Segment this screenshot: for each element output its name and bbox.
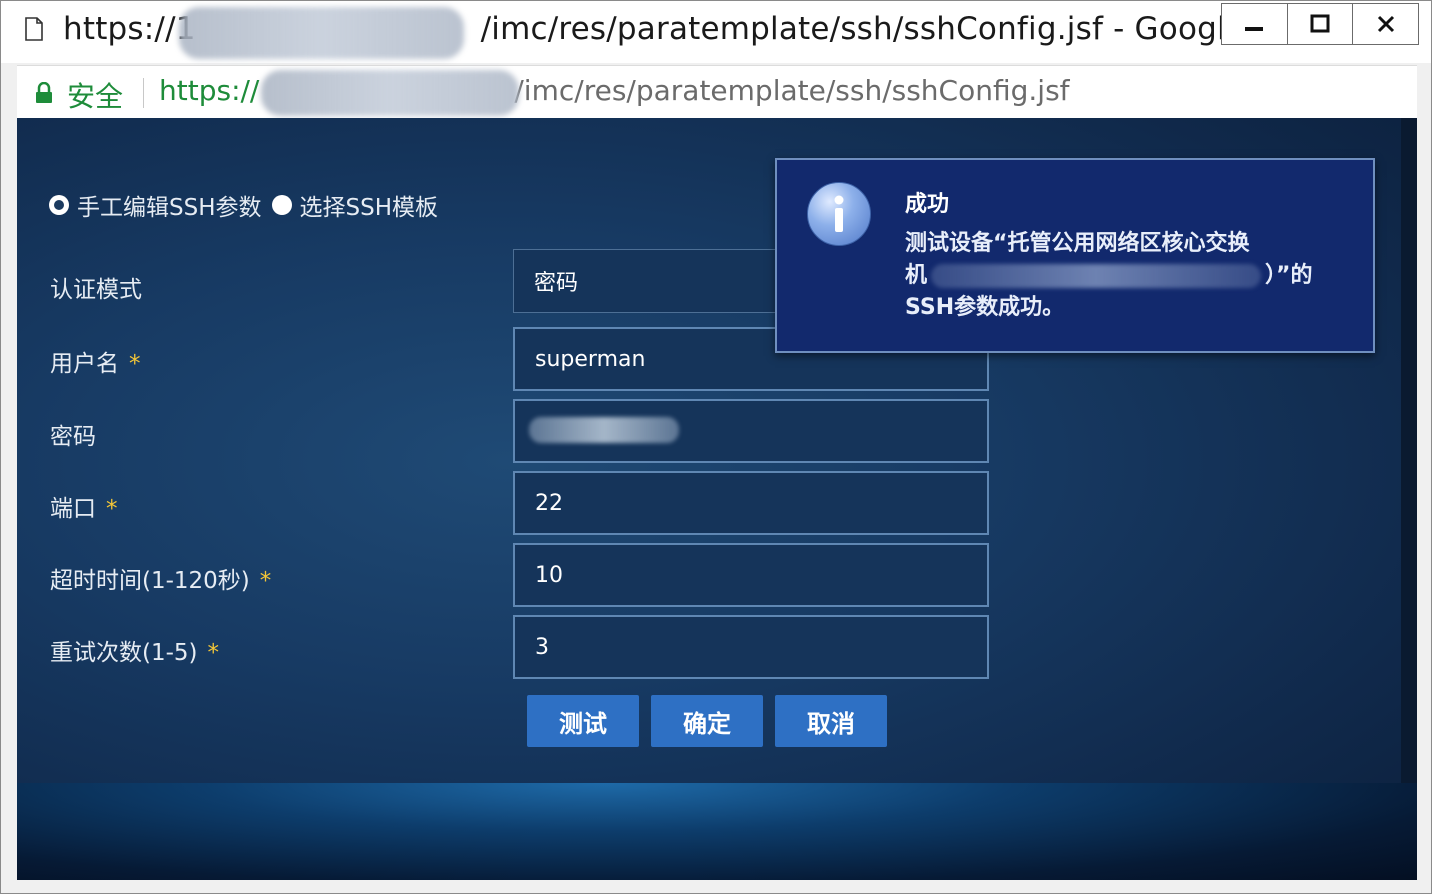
- close-icon: [1377, 15, 1394, 33]
- radio-manual-edit[interactable]: [49, 195, 69, 215]
- auth-mode-label: 认证模式: [50, 270, 142, 304]
- required-marker: *: [207, 640, 220, 666]
- minimize-icon: [1245, 27, 1264, 31]
- window-title-prefix: https://1: [63, 11, 196, 47]
- timeout-label-text: 超时时间(1-120秒): [50, 568, 250, 594]
- maximize-icon: [1310, 14, 1330, 33]
- success-notification: 成功 测试设备“托管公用网络区核心交换 机 ）”的 SSH参数成功。: [775, 158, 1375, 353]
- ssh-config-panel: 手工编辑SSH参数 选择SSH模板 认证模式 密码 用户名 * superman …: [17, 118, 1417, 880]
- retries-label-text: 重试次数(1-5): [50, 640, 198, 666]
- notification-message-line3: SSH参数成功。: [905, 295, 1065, 320]
- auth-mode-value: 密码: [534, 271, 579, 296]
- notification-message-line2: 机 ）”的: [905, 260, 1345, 292]
- retries-value: 3: [535, 634, 549, 660]
- port-value: 22: [535, 490, 563, 516]
- notification-message: 测试设备“托管公用网络区核心交换 机 ）”的 SSH参数成功。: [905, 228, 1345, 324]
- window-title-suffix: /imc/res/paratemplate/ssh/sshConfig.jsf …: [480, 11, 1286, 47]
- password-redaction: [529, 417, 679, 443]
- window-controls: [1221, 3, 1419, 45]
- minimize-button[interactable]: [1222, 4, 1288, 44]
- title-bar: https://1/imc/res/paratemplate/ssh/sshCo…: [1, 1, 1431, 63]
- close-button[interactable]: [1353, 4, 1418, 44]
- notification-message-line2-suffix: ）”的: [1265, 263, 1313, 288]
- radio-select-template[interactable]: [271, 195, 292, 215]
- radio-select-template-label[interactable]: 选择SSH模板: [300, 188, 439, 222]
- redaction-blur: [179, 7, 464, 59]
- panel-footer-band: [17, 783, 1417, 880]
- address-bar[interactable]: 安全 https:// /imc/res/paratemplate/ssh/ssh…: [17, 65, 1417, 118]
- required-marker: *: [106, 496, 118, 522]
- timeout-label: 超时时间(1-120秒) *: [50, 561, 271, 595]
- notification-message-line1: 测试设备“托管公用网络区核心交换: [905, 231, 1250, 256]
- required-marker: *: [129, 351, 141, 377]
- panel-edge: [1401, 118, 1417, 783]
- username-label-text: 用户名: [50, 351, 119, 377]
- config-mode-group: 手工编辑SSH参数 选择SSH模板: [49, 188, 448, 222]
- password-label-text: 密码: [50, 424, 96, 450]
- port-input[interactable]: 22: [513, 471, 989, 535]
- radio-manual-edit-label[interactable]: 手工编辑SSH参数: [77, 188, 262, 222]
- url-scheme: https://: [159, 74, 260, 107]
- info-icon: [807, 182, 871, 246]
- security-label: 安全: [67, 80, 124, 113]
- url-path: /imc/res/paratemplate/ssh/sshConfig.jsf: [514, 74, 1070, 107]
- retries-label: 重试次数(1-5) *: [50, 633, 219, 667]
- address-separator: [143, 78, 144, 108]
- timeout-value: 10: [535, 562, 563, 588]
- required-marker: *: [259, 568, 272, 594]
- ok-button[interactable]: 确定: [651, 695, 763, 747]
- browser-window: https://1/imc/res/paratemplate/ssh/sshCo…: [0, 0, 1432, 894]
- page-icon: [25, 17, 43, 41]
- cancel-button[interactable]: 取消: [775, 695, 887, 747]
- device-name-redaction: [931, 264, 1262, 288]
- retries-input[interactable]: 3: [513, 615, 989, 679]
- test-button[interactable]: 测试: [527, 695, 639, 747]
- notification-title: 成功: [905, 192, 950, 217]
- username-value: superman: [535, 346, 646, 372]
- password-label: 密码: [50, 417, 96, 451]
- timeout-input[interactable]: 10: [513, 543, 989, 607]
- auth-mode-label-text: 认证模式: [50, 277, 142, 303]
- maximize-button[interactable]: [1288, 4, 1354, 44]
- info-glyph: [834, 195, 844, 232]
- port-label: 端口 *: [50, 489, 118, 523]
- username-label: 用户名 *: [50, 344, 141, 378]
- notification-message-line2-prefix: 机: [905, 263, 928, 288]
- lock-icon: [36, 82, 52, 103]
- redaction-blur: [261, 70, 519, 116]
- password-input[interactable]: [513, 399, 989, 463]
- port-label-text: 端口: [50, 496, 96, 522]
